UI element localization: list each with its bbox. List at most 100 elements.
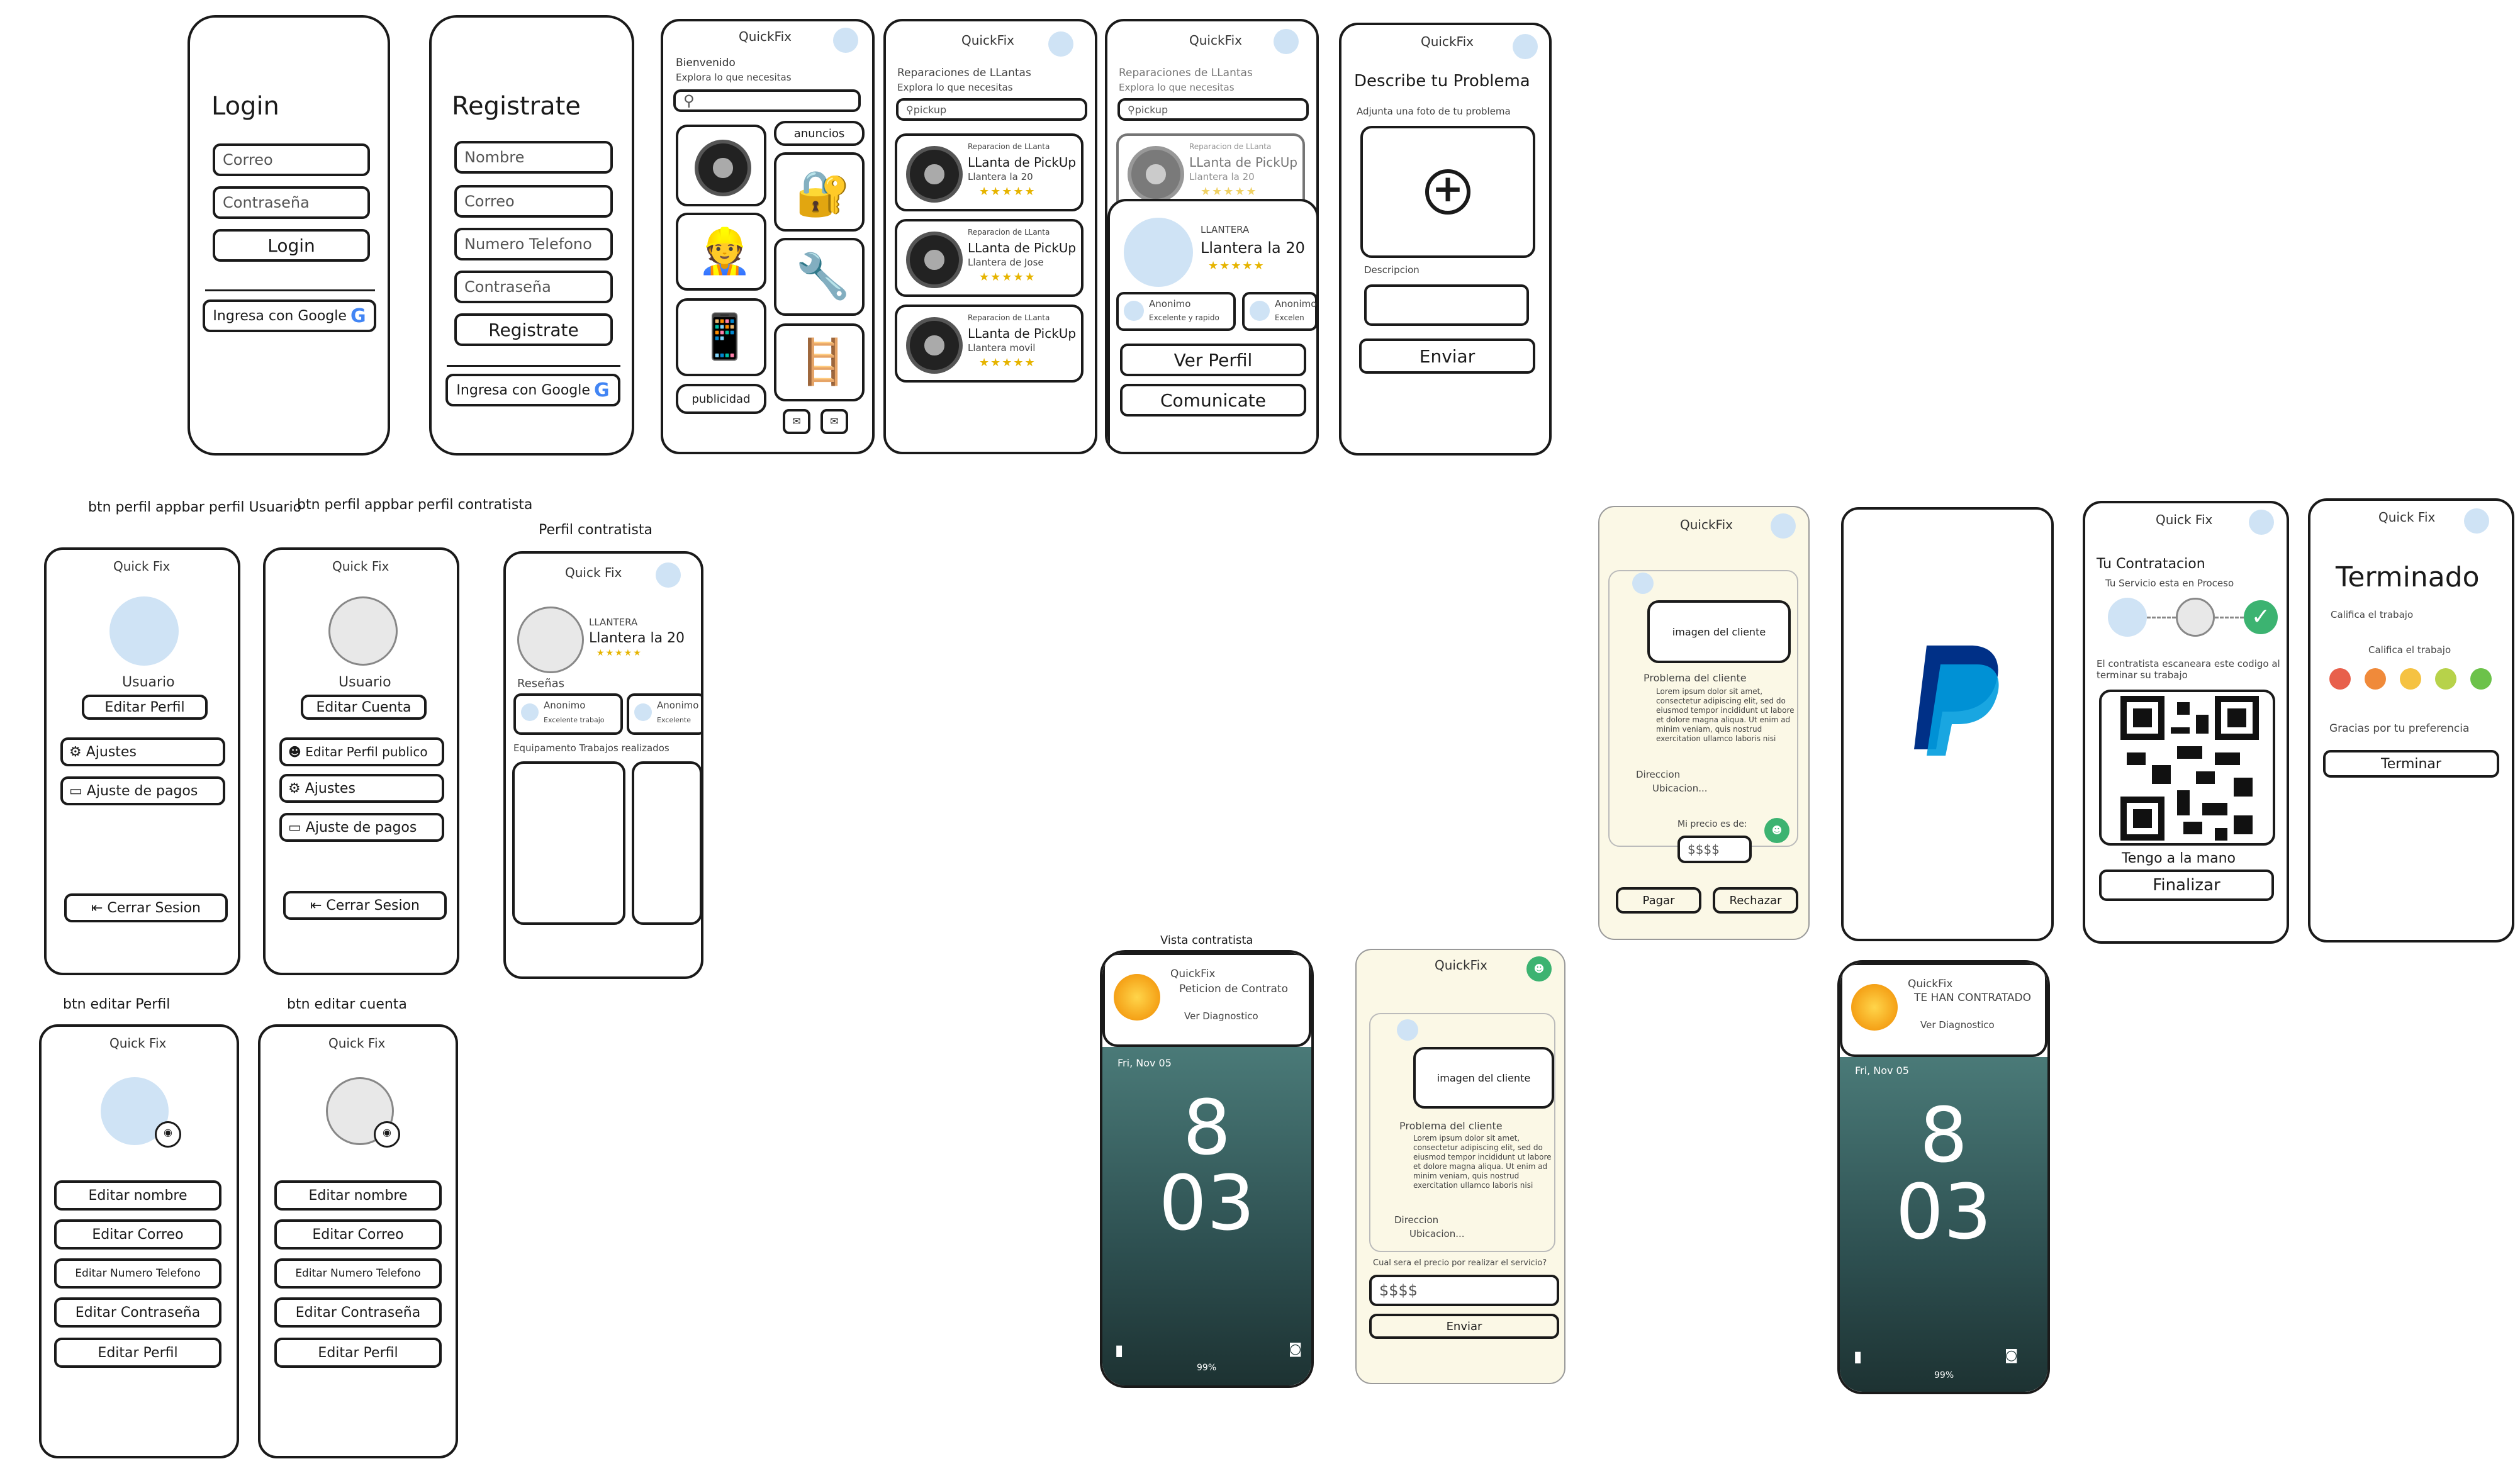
face-very-good-icon[interactable] [2470, 668, 2492, 690]
edit-phone-button[interactable]: Editar Numero Telefono [54, 1258, 221, 1289]
public-profile-button[interactable]: ☻ Editar Perfil publico [279, 737, 444, 766]
profile-avatar-icon[interactable] [2464, 508, 2489, 534]
phone-field[interactable]: Numero Telefono [454, 228, 613, 260]
profile-avatar-icon[interactable] [1513, 34, 1538, 59]
address-heading: Direccion [1394, 1214, 1439, 1226]
send-button[interactable]: Enviar [1359, 338, 1535, 374]
search-input[interactable]: ⚲ [673, 89, 861, 112]
category-roofing[interactable]: 🪜 [774, 323, 865, 401]
terminate-button[interactable]: Terminar [2323, 750, 2499, 778]
list-item[interactable]: Reparacion de LLanta LLanta de PickUp Ll… [895, 219, 1084, 297]
notif-action[interactable]: Ver Diagnostico [1920, 1019, 1995, 1031]
email-field[interactable]: Correo [454, 185, 613, 218]
camera-icon[interactable]: ◙ [2005, 1348, 2018, 1363]
gallery-item[interactable] [512, 761, 625, 925]
lock-icon: 🔐 [795, 167, 851, 219]
list-item[interactable]: Reparacion de LLanta LLanta de PickUp Ll… [895, 305, 1084, 383]
edit-name-button[interactable]: Editar nombre [54, 1180, 221, 1211]
item-rating: ★★★★★ [979, 271, 1036, 284]
edit-account-button[interactable]: Editar Cuenta [301, 695, 427, 720]
description-field[interactable] [1364, 284, 1529, 326]
reviewer-name: Anonimo [1149, 298, 1191, 310]
flashlight-icon[interactable]: ▮ [1854, 1348, 1862, 1365]
send-button[interactable]: Enviar [1369, 1314, 1559, 1339]
logout-button[interactable]: ⇤ Cerrar Sesion [64, 893, 228, 922]
annotation-label: btn editar Perfil [63, 997, 171, 1012]
contact-button[interactable]: Comunicate [1120, 384, 1306, 417]
edit-password-button[interactable]: Editar Contraseña [274, 1297, 442, 1328]
address-heading: Direccion [1636, 769, 1681, 780]
photo-upload[interactable]: + [1360, 126, 1535, 258]
face-bad-icon[interactable] [2365, 668, 2386, 690]
contractor-avatar-icon[interactable]: ☻ [1526, 956, 1552, 982]
category-locksmith[interactable]: 🔐 [774, 152, 865, 232]
payments-button[interactable]: ▭ Ajuste de pagos [279, 813, 444, 842]
roofer-icon: 🪜 [795, 336, 851, 388]
edit-email-button[interactable]: Editar Correo [54, 1219, 221, 1250]
edit-account-screen: Quick Fix ◉ Editar nombre Editar Correo … [258, 1024, 458, 1458]
face-good-icon[interactable] [2435, 668, 2456, 690]
list-item[interactable]: Reparacion de LLanta LLanta de PickUp Ll… [895, 133, 1084, 211]
edit-password-button[interactable]: Editar Contraseña [54, 1297, 221, 1328]
camera-icon[interactable]: ◉ [374, 1121, 400, 1148]
mail-icon[interactable]: ✉ [820, 409, 848, 434]
search-input[interactable]: ⚲ pickup [896, 98, 1087, 121]
face-neutral-icon[interactable] [2400, 668, 2421, 690]
contractor-name: Llantera la 20 [589, 630, 685, 646]
category-electric[interactable]: 👷 [676, 213, 766, 291]
camera-icon[interactable]: ◙ [1289, 1341, 1302, 1357]
profile-avatar-icon[interactable] [1274, 29, 1299, 54]
view-profile-button[interactable]: Ver Perfil [1120, 344, 1306, 376]
category-tires[interactable] [676, 125, 766, 206]
publicity-banner[interactable]: publicidad [676, 384, 766, 414]
search-input[interactable]: ⚲ pickup [1117, 98, 1309, 121]
password-field[interactable]: Contraseña [454, 271, 613, 303]
payments-button[interactable]: ▭ Ajuste de pagos [60, 776, 225, 805]
edit-name-button[interactable]: Editar nombre [274, 1180, 442, 1211]
settings-button[interactable]: ⚙ Ajustes [60, 737, 225, 766]
notif-action[interactable]: Ver Diagnostico [1184, 1010, 1258, 1022]
name-field[interactable]: Nombre [454, 141, 613, 174]
password-field[interactable]: Contraseña [213, 186, 370, 219]
email-field[interactable]: Correo [213, 143, 370, 176]
item-shop: Llantera la 20 [968, 171, 1033, 182]
client-image[interactable]: imagen del cliente [1413, 1047, 1554, 1109]
item-name: LLanta de PickUp [968, 326, 1077, 341]
category-tech[interactable]: 📱 [676, 298, 766, 376]
gallery-item[interactable] [632, 761, 701, 925]
profile-avatar-icon[interactable] [656, 562, 681, 588]
edit-photo-button[interactable]: Editar Perfil [54, 1338, 221, 1368]
edit-profile-button[interactable]: Editar Perfil [82, 695, 208, 720]
edit-photo-button[interactable]: Editar Perfil [274, 1338, 442, 1368]
google-register-button[interactable]: Ingresa con Google G [445, 374, 620, 406]
profile-avatar-icon[interactable] [1048, 31, 1073, 57]
category-plumber[interactable]: 🔧 [774, 238, 865, 316]
login-button[interactable]: Login [213, 229, 370, 262]
notification-card[interactable]: QuickFix TE HAN CONTRATADO Ver Diagnosti… [1840, 963, 2047, 1057]
profile-avatar-icon[interactable] [1771, 513, 1796, 539]
notification-card[interactable]: QuickFix Peticion de Contrato Ver Diagno… [1102, 953, 1311, 1047]
mail-icon[interactable]: ✉ [783, 409, 810, 434]
camera-icon[interactable]: ◉ [155, 1121, 181, 1148]
role-label: Usuario [339, 674, 391, 690]
face-very-bad-icon[interactable] [2329, 668, 2351, 690]
profile-avatar-icon[interactable] [833, 28, 858, 53]
google-login-button[interactable]: Ingresa con Google G [203, 299, 376, 332]
client-image[interactable]: imagen del cliente [1647, 600, 1791, 663]
annotation-label: btn editar cuenta [287, 997, 407, 1012]
settings-button[interactable]: ⚙ Ajustes [279, 774, 444, 803]
ads-banner[interactable]: anuncios [774, 121, 865, 146]
app-title: Quick Fix [565, 565, 622, 580]
edit-email-button[interactable]: Editar Correo [274, 1219, 442, 1250]
logout-button[interactable]: ⇤ Cerrar Sesion [283, 891, 447, 920]
price-input[interactable]: $$$$ [1369, 1275, 1559, 1306]
flashlight-icon[interactable]: ▮ [1115, 1341, 1123, 1359]
edit-phone-button[interactable]: Editar Numero Telefono [274, 1258, 442, 1289]
app-title: QuickFix [1680, 517, 1733, 532]
contractor-avatar [517, 607, 584, 673]
finish-button[interactable]: Finalizar [2099, 870, 2274, 901]
pay-button[interactable]: Pagar [1616, 887, 1701, 914]
profile-avatar-icon[interactable] [2249, 510, 2274, 535]
register-button[interactable]: Registrate [454, 313, 613, 346]
reject-button[interactable]: Rechazar [1713, 887, 1798, 914]
